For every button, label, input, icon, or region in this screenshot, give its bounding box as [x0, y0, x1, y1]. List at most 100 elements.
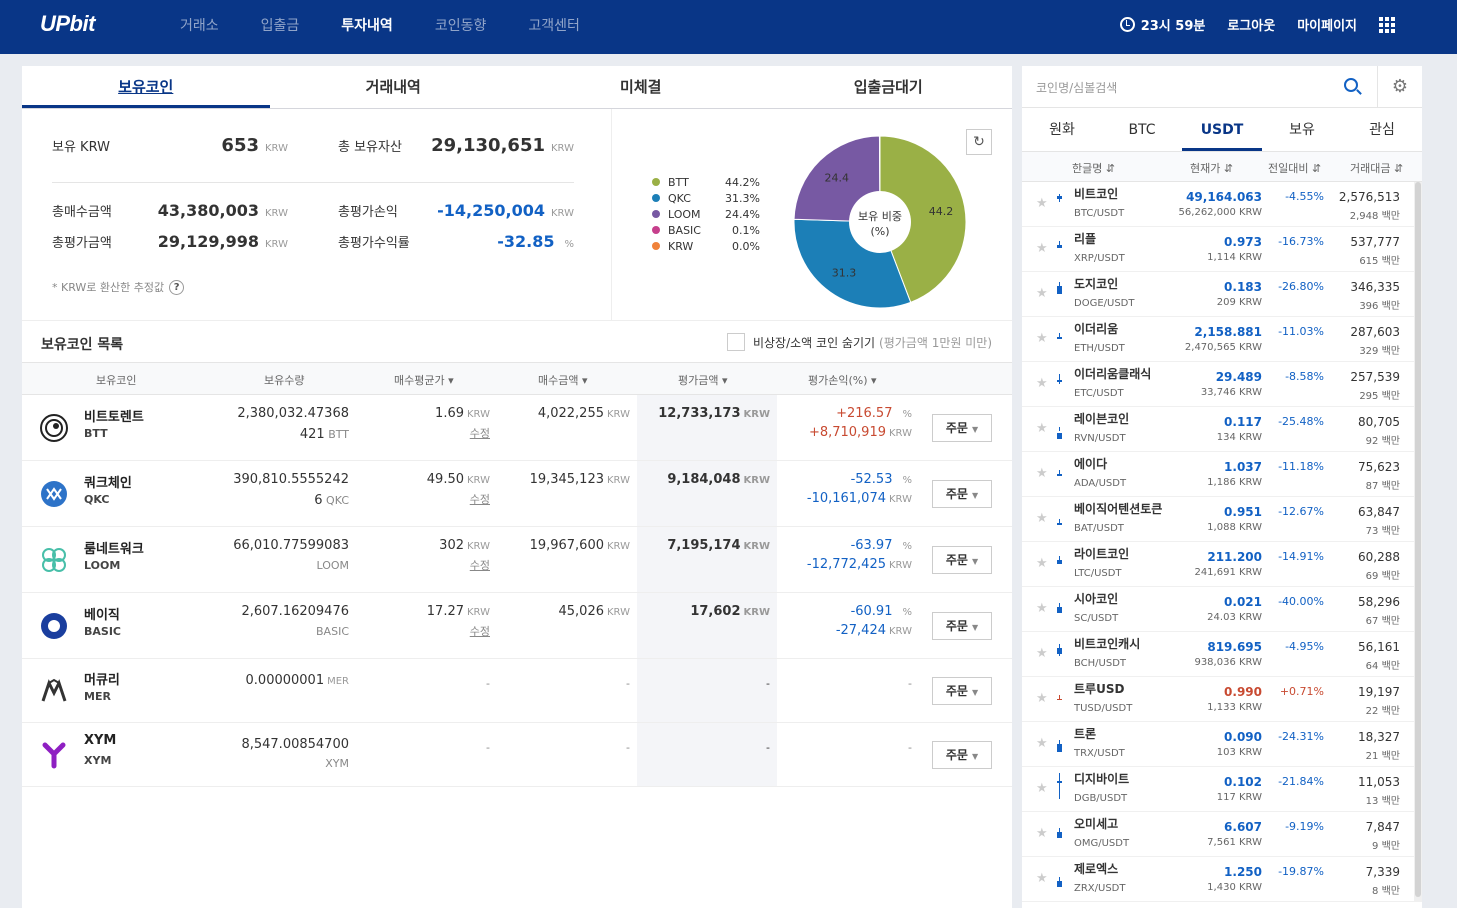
market-volume: 18,327	[1358, 730, 1400, 744]
gear-icon[interactable]: ⚙	[1377, 66, 1422, 108]
holding-row-mer[interactable]: 머큐리 MER 0.00000001 MER - - - - 주문 ▼	[22, 659, 1012, 723]
market-row-zrx[interactable]: ★ 제로엑스 ZRX/USDT 1.250 1,430 KRW -19.87% 7,339 8…	[1022, 857, 1414, 902]
holding-row-loom[interactable]: 룸네트워크 LOOM 66,010.77599083 LOOM 302 KRW 수정 19,9…	[22, 527, 1012, 593]
upbit-logo[interactable]: UPbit	[40, 11, 95, 37]
krw-label: 보유 KRW	[52, 140, 110, 155]
market-coin-pair: ETC/USDT	[1074, 388, 1124, 399]
col-price[interactable]: 현재가 ⇵	[1190, 160, 1233, 176]
col-pl[interactable]: 평가손익(%) ▾	[808, 372, 877, 388]
summary-divider	[52, 182, 574, 183]
star-icon[interactable]: ★	[1036, 466, 1048, 481]
star-icon[interactable]: ★	[1036, 736, 1048, 751]
market-row-bch[interactable]: ★ 비트코인캐시 BCH/USDT 819.695 938,036 KRW -4.95% 5…	[1022, 632, 1414, 677]
market-row-xrp[interactable]: ★ 리플 XRP/USDT 0.973 1,114 KRW -16.73% 537,777 6…	[1022, 227, 1414, 272]
nav-coin-trends[interactable]: 코인동향	[435, 15, 487, 35]
apps-grid-icon[interactable]	[1379, 17, 1395, 33]
market-volume-million: 2,948 백만	[1349, 211, 1400, 222]
order-button[interactable]: 주문 ▼	[932, 741, 992, 769]
market-change: -14.91%	[1278, 550, 1324, 563]
market-row-ltc[interactable]: ★ 라이트코인 LTC/USDT 211.200 241,691 KRW -14.91% 6…	[1022, 542, 1414, 587]
market-row-trx[interactable]: ★ 트론 TRX/USDT 0.090 103 KRW -24.31% 18,327 21 백…	[1022, 722, 1414, 767]
nav-exchange[interactable]: 거래소	[180, 15, 219, 35]
tab-owned[interactable]: 보유	[1262, 108, 1342, 151]
star-icon[interactable]: ★	[1036, 286, 1048, 301]
holding-row-qkc[interactable]: 쿼크체인 QKC 390,810.5555242 6 QKC 49.50 KRW 수정 19,…	[22, 461, 1012, 527]
star-icon[interactable]: ★	[1036, 421, 1048, 436]
order-button[interactable]: 주문 ▼	[932, 612, 992, 640]
tab-krw[interactable]: 원화	[1022, 108, 1102, 151]
star-icon[interactable]: ★	[1036, 556, 1048, 571]
market-row-etc[interactable]: ★ 이더리움클래식 ETC/USDT 29.489 33,746 KRW -8.58% 25…	[1022, 362, 1414, 407]
holding-row-btt[interactable]: 비트토렌트 BTT 2,380,032.47368 421 BTT 1.69 KRW 수정 4…	[22, 395, 1012, 461]
coin-symbol: LOOM	[84, 559, 121, 572]
market-row-omg[interactable]: ★ 오미세고 OMG/USDT 6.607 7,561 KRW -9.19% 7,847 9 …	[1022, 812, 1414, 857]
mini-candle-icon	[1057, 603, 1062, 613]
holding-row-basic[interactable]: 베이직 BASIC 2,607.16209476 BASIC 17.27 KRW 수정 45,…	[22, 593, 1012, 659]
xym-coin-icon	[40, 741, 68, 769]
market-coin-pair: TRX/USDT	[1074, 748, 1125, 759]
market-row-eth[interactable]: ★ 이더리움 ETH/USDT 2,158.881 2,470,565 KRW -11.0…	[1022, 317, 1414, 362]
star-icon[interactable]: ★	[1036, 376, 1048, 391]
adjust-link[interactable]: 수정	[470, 491, 490, 507]
star-icon[interactable]: ★	[1036, 331, 1048, 346]
market-row-dgb[interactable]: ★ 디지바이트 DGB/USDT 0.102 117 KRW -21.84% 11,053 1…	[1022, 767, 1414, 812]
holding-row-xym[interactable]: XYM XYM 8,547.00854700 XYM - - - - 주문 ▼	[22, 723, 1012, 787]
nav-customer-center[interactable]: 고객센터	[528, 15, 580, 35]
market-row-doge[interactable]: ★ 도지코인 DOGE/USDT 0.183 209 KRW -26.80% 346,335…	[1022, 272, 1414, 317]
market-price-krw: 7,561 KRW	[1207, 837, 1262, 848]
col-buy-amount[interactable]: 매수금액 ▾	[538, 372, 588, 388]
col-volume[interactable]: 거래대금 ⇵	[1350, 160, 1403, 176]
nav-deposit-withdraw[interactable]: 입출금	[261, 15, 300, 35]
qty-value: 8,547.00854700	[241, 737, 349, 752]
order-button[interactable]: 주문 ▼	[932, 677, 992, 705]
checkbox[interactable]	[726, 333, 745, 351]
market-row-btc[interactable]: ★ 비트코인 BTC/USDT 49,164.063 56,262,000 KRW -4.…	[1022, 182, 1414, 227]
star-icon[interactable]: ★	[1036, 196, 1048, 211]
tab-holdings[interactable]: 보유코인	[22, 66, 270, 108]
coin-name: 쿼크체인	[84, 476, 132, 491]
star-icon[interactable]: ★	[1036, 241, 1048, 256]
market-scrollbar[interactable]	[1414, 182, 1422, 902]
market-row-rvn[interactable]: ★ 레이븐코인 RVN/USDT 0.117 134 KRW -25.48% 80,705 9…	[1022, 407, 1414, 452]
col-avg-price[interactable]: 매수평균가 ▾	[394, 372, 454, 388]
star-icon[interactable]: ★	[1036, 781, 1048, 796]
col-name[interactable]: 한글명 ⇵	[1072, 160, 1115, 176]
star-icon[interactable]: ★	[1036, 826, 1048, 841]
star-icon[interactable]: ★	[1036, 511, 1048, 526]
tab-history[interactable]: 거래내역	[270, 66, 518, 108]
market-row-bat[interactable]: ★ 베이직어텐션토큰 BAT/USDT 0.951 1,088 KRW -12.67% 63…	[1022, 497, 1414, 542]
mini-candle-icon	[1057, 556, 1062, 564]
refresh-icon[interactable]: ↻	[966, 129, 992, 155]
basic-coin-icon	[40, 612, 68, 640]
adjust-link[interactable]: 수정	[470, 425, 490, 441]
pie-title-1: 보유 비중	[858, 210, 902, 223]
tab-pending-transfers[interactable]: 입출금대기	[765, 66, 1013, 108]
search-input[interactable]: 코인명/심볼검색	[1036, 79, 1117, 96]
market-row-tusd[interactable]: ★ 트루USD TUSD/USDT 0.990 1,133 KRW +0.71% 19,19…	[1022, 677, 1414, 722]
tab-btc[interactable]: BTC	[1102, 108, 1182, 151]
order-button[interactable]: 주문 ▼	[932, 480, 992, 508]
col-change[interactable]: 전일대비 ⇵	[1268, 160, 1321, 176]
eval-amount: 17,602 KRW	[690, 604, 770, 619]
col-eval-amount[interactable]: 평가금액 ▾	[678, 372, 728, 388]
hide-small-coins-checkbox[interactable]: 비상장/소액 코인 숨기기 (평가금액 1만원 미만)	[726, 333, 992, 351]
adjust-link[interactable]: 수정	[470, 557, 490, 573]
tab-favorites[interactable]: 관심	[1342, 108, 1422, 151]
order-button[interactable]: 주문 ▼	[932, 546, 992, 574]
nav-investments[interactable]: 투자내역	[341, 15, 393, 35]
market-row-sc[interactable]: ★ 시아코인 SC/USDT 0.021 24.03 KRW -40.00% 58,296 6…	[1022, 587, 1414, 632]
mypage-link[interactable]: 마이페이지	[1297, 15, 1357, 34]
star-icon[interactable]: ★	[1036, 646, 1048, 661]
market-row-ada[interactable]: ★ 에이다 ADA/USDT 1.037 1,186 KRW -11.18% 75,623 8…	[1022, 452, 1414, 497]
market-volume-million: 615 백만	[1359, 256, 1400, 267]
help-icon[interactable]: ?	[169, 279, 185, 295]
logout-link[interactable]: 로그아웃	[1227, 15, 1275, 34]
search-icon[interactable]	[1344, 78, 1358, 92]
star-icon[interactable]: ★	[1036, 691, 1048, 706]
tab-usdt[interactable]: USDT	[1182, 108, 1262, 151]
adjust-link[interactable]: 수정	[470, 623, 490, 639]
tab-open-orders[interactable]: 미체결	[517, 66, 765, 108]
order-button[interactable]: 주문 ▼	[932, 414, 992, 442]
star-icon[interactable]: ★	[1036, 871, 1048, 886]
star-icon[interactable]: ★	[1036, 601, 1048, 616]
